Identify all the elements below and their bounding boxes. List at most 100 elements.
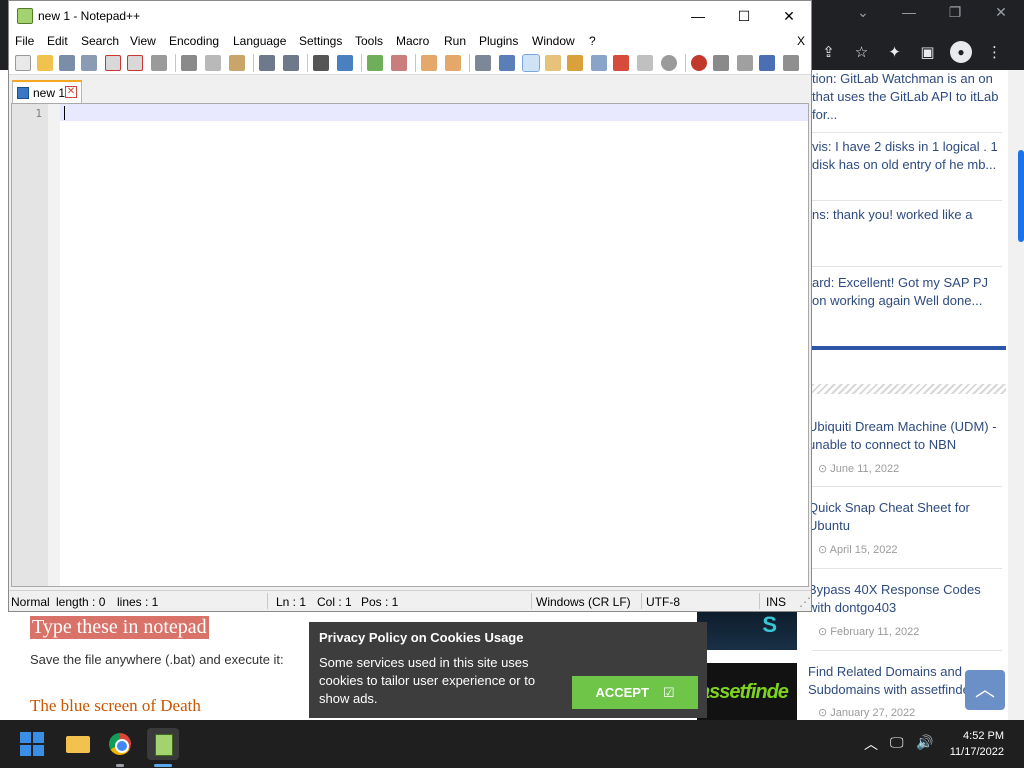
menu-language[interactable]: Language (233, 34, 286, 48)
menu-file[interactable]: File (15, 34, 34, 48)
comment-link[interactable]: ns: thank you! worked like a (812, 206, 1002, 224)
side-panel-icon[interactable]: ▣ (911, 43, 944, 61)
new-file-icon[interactable] (15, 55, 31, 71)
minimize-icon[interactable]: — (886, 4, 932, 20)
more-menu-icon[interactable]: ⋮ (978, 43, 1011, 61)
save-macro-icon[interactable] (783, 55, 799, 71)
menu-tools[interactable]: Tools (355, 34, 383, 48)
close-button[interactable]: ✕ (766, 1, 812, 31)
extensions-icon[interactable]: ✦ (878, 43, 911, 61)
fold-margin[interactable] (48, 104, 60, 586)
stop-macro-icon[interactable] (713, 55, 729, 71)
status-mode: Normal (11, 595, 50, 609)
show-all-chars-icon[interactable] (499, 55, 515, 71)
toolbar (9, 51, 811, 75)
document-tab-bar: new 1 ✕ (9, 76, 811, 103)
print-icon[interactable] (151, 55, 167, 71)
status-bar: Normal length : 0 lines : 1 Ln : 1 Col :… (9, 590, 811, 611)
clock[interactable]: 4:52 PM 11/17/2022 (944, 728, 1004, 760)
status-divider (641, 593, 642, 609)
open-file-icon[interactable] (37, 55, 53, 71)
save-all-icon[interactable] (81, 55, 97, 71)
network-icon[interactable]: 🖵 (890, 734, 904, 751)
run-multiple-macro-icon[interactable] (759, 55, 775, 71)
menu-macro[interactable]: Macro (396, 34, 429, 48)
close-icon[interactable]: ✕ (978, 4, 1024, 21)
menu-window[interactable]: Window (532, 34, 575, 48)
redo-icon[interactable] (283, 55, 299, 71)
share-icon[interactable]: ⇪ (812, 43, 845, 61)
comment-link[interactable]: tion: GitLab Watchman is an on that uses… (812, 70, 1002, 124)
accept-cookies-button[interactable]: ACCEPT ☑ (572, 676, 698, 709)
monitoring-icon[interactable] (637, 55, 653, 71)
back-to-top-button[interactable]: ︿ (965, 670, 1005, 710)
close-file-icon[interactable] (105, 55, 121, 71)
tab-close-icon[interactable]: ✕ (65, 86, 77, 98)
zoom-in-icon[interactable] (367, 55, 383, 71)
close-all-icon[interactable] (127, 55, 143, 71)
notepadpp-taskbar-icon[interactable] (147, 728, 179, 760)
menu-plugins[interactable]: Plugins (479, 34, 518, 48)
windows-logo-tile (20, 732, 31, 743)
save-icon[interactable] (59, 55, 75, 71)
tab-new-1[interactable]: new 1 ✕ (12, 80, 82, 103)
comment-link[interactable]: ard: Excellent! Got my SAP PJ on working… (812, 274, 1002, 310)
document-map-icon[interactable] (567, 55, 583, 71)
close-document-x[interactable]: X (797, 34, 805, 48)
text-editor[interactable]: 1 (11, 103, 809, 587)
bookmark-star-icon[interactable]: ☆ (845, 43, 878, 61)
volume-icon[interactable]: 🔊 (916, 734, 933, 751)
text-caret (64, 106, 65, 120)
menu-encoding[interactable]: Encoding (169, 34, 219, 48)
npp-titlebar[interactable]: new 1 - Notepad++ — ☐ ✕ (9, 1, 811, 31)
indent-guide-icon[interactable] (522, 54, 540, 72)
play-macro-icon[interactable] (737, 55, 753, 71)
monitor-icon[interactable] (661, 55, 677, 71)
paste-icon[interactable] (229, 55, 245, 71)
divider (812, 200, 1002, 201)
menu-search[interactable]: Search (81, 34, 119, 48)
minimize-button[interactable]: — (675, 1, 721, 31)
post-title-link[interactable]: Bypass 40X Response Codes with dontgo403 (808, 581, 1004, 617)
copy-icon[interactable] (205, 55, 221, 71)
menu-view[interactable]: View (130, 34, 156, 48)
post-date: ⊙ January 27, 2022 (818, 707, 916, 719)
status-encoding[interactable]: UTF-8 (646, 595, 680, 609)
maximize-button[interactable]: ☐ (721, 1, 767, 31)
replace-icon[interactable] (337, 55, 353, 71)
word-wrap-icon[interactable] (475, 55, 491, 71)
zoom-out-icon[interactable] (391, 55, 407, 71)
function-list-icon[interactable] (591, 55, 607, 71)
post-thumbnail[interactable]: assetfinde (697, 663, 797, 720)
resize-grip-icon[interactable]: ⋰ (799, 595, 811, 609)
menu-edit[interactable]: Edit (47, 34, 68, 48)
menu-help[interactable]: ? (589, 34, 596, 48)
post-title-link[interactable]: Ubiquiti Dream Machine (UDM) - unable to… (808, 418, 1004, 454)
post-thumbnail[interactable]: S (697, 612, 797, 650)
menu-settings[interactable]: Settings (299, 34, 342, 48)
comment-link[interactable]: vis: I have 2 disks in 1 logical . 1 dis… (812, 138, 1002, 174)
divider (812, 486, 1002, 487)
profile-avatar[interactable]: ● (950, 41, 972, 63)
record-macro-icon[interactable] (691, 55, 707, 71)
toolbar-separator (307, 54, 308, 72)
start-button[interactable] (20, 732, 44, 756)
post-title-link[interactable]: Quick Snap Cheat Sheet for Ubuntu (808, 499, 1004, 535)
chrome-icon[interactable] (104, 728, 136, 760)
cut-icon[interactable] (181, 55, 197, 71)
tab-search-icon[interactable]: ⌄ (840, 4, 886, 21)
status-eol[interactable]: Windows (CR LF) (536, 595, 631, 609)
windows-logo-tile (33, 745, 44, 756)
show-hidden-icons-icon[interactable]: ︿ (864, 734, 878, 754)
undo-icon[interactable] (259, 55, 275, 71)
find-icon[interactable] (313, 55, 329, 71)
status-ins[interactable]: INS (766, 595, 786, 609)
sync-horizontal-icon[interactable] (445, 55, 461, 71)
sync-vertical-icon[interactable] (421, 55, 437, 71)
language-udl-icon[interactable] (545, 55, 561, 71)
scrollbar-thumb[interactable] (1018, 150, 1024, 242)
menu-run[interactable]: Run (444, 34, 466, 48)
file-explorer-icon[interactable] (62, 728, 94, 760)
folder-workspace-icon[interactable] (613, 55, 629, 71)
restore-icon[interactable]: ❐ (932, 4, 978, 21)
